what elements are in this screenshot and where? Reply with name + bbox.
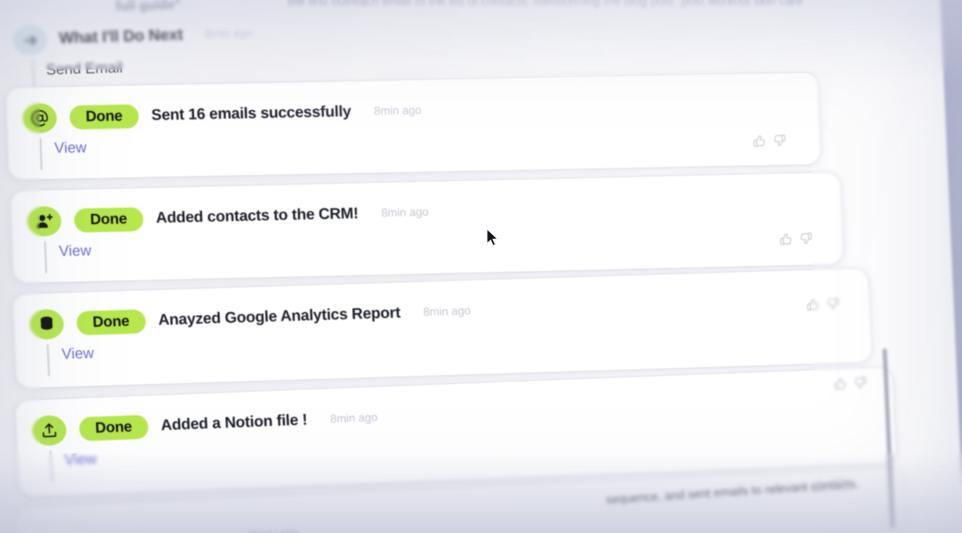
activity-card[interactable]: Done Anayzed Google Analytics Report 8mi… [12, 268, 873, 389]
activity-timestamp: 8min ago [329, 411, 378, 426]
status-badge: Done [73, 206, 144, 234]
timeline-connector [44, 241, 47, 274]
thumbs-up-icon[interactable] [779, 232, 792, 246]
thumbs-up-icon[interactable] [753, 134, 766, 147]
upload-icon [31, 414, 68, 447]
thumbs-down-icon[interactable] [832, 478, 846, 492]
arrow-right-icon [12, 24, 48, 56]
at-sign-icon [22, 102, 58, 134]
app-screen: full guide" the first outreach email to … [0, 0, 962, 533]
timeline-connector [39, 138, 43, 171]
activity-timestamp: 8min ago [381, 206, 429, 220]
feedback-controls[interactable] [833, 376, 867, 390]
feedback-controls[interactable] [806, 297, 840, 311]
next-step-action: Send Email [45, 59, 124, 79]
status-badge: Done [69, 103, 139, 130]
view-link[interactable]: View [61, 343, 94, 363]
activity-timestamp: 8min ago [423, 305, 471, 319]
timeline-connector [49, 450, 53, 483]
thumbs-up-icon[interactable] [806, 298, 820, 311]
activity-title: Added contacts to the CRM! [155, 205, 359, 227]
database-icon [29, 308, 65, 340]
thumbs-down-icon[interactable] [799, 232, 812, 245]
thumbs-down-icon[interactable] [773, 134, 786, 147]
tilted-screen-wrapper: full guide" the first outreach email to … [0, 0, 962, 533]
status-badge: Done [76, 308, 146, 336]
view-link[interactable]: View [59, 240, 92, 260]
view-link[interactable]: View [54, 137, 87, 157]
activity-title: Anayzed Google Analytics Report [157, 304, 401, 329]
activity-timestamp: 8min ago [373, 104, 422, 118]
activity-title: Sent 16 emails successfully [151, 103, 352, 125]
thumbs-down-icon[interactable] [853, 376, 867, 389]
activity-feed: full guide" the first outreach email to … [0, 0, 913, 533]
activity-title: Added a Notion file ! [160, 411, 308, 435]
user-plus-icon [26, 205, 62, 237]
activity-card[interactable]: Done Added contacts to the CRM! 8min ago… [10, 172, 844, 284]
activity-card[interactable]: Done Sent 16 emails successfully 8min ag… [5, 72, 821, 180]
thumbs-down-icon[interactable] [826, 297, 840, 310]
next-step-title: What I'll Do Next [58, 26, 184, 48]
timeline-connector [46, 344, 50, 377]
status-badge: Done [78, 414, 149, 442]
next-step-timestamp: 8min ago [204, 27, 253, 41]
timeline-connector [31, 58, 35, 91]
view-link[interactable]: View [64, 449, 97, 469]
feedback-controls[interactable] [779, 232, 812, 246]
clipped-activity-timestamp: 8min ago [249, 526, 299, 533]
clipped-text-fragment-left: full guide" [115, 0, 181, 14]
feedback-controls[interactable] [753, 134, 786, 148]
thumbs-up-icon[interactable] [812, 479, 826, 493]
thumbs-up-icon[interactable] [833, 377, 847, 390]
screenshot-scene: full guide" the first outreach email to … [0, 0, 962, 533]
feedback-controls[interactable] [812, 478, 846, 492]
